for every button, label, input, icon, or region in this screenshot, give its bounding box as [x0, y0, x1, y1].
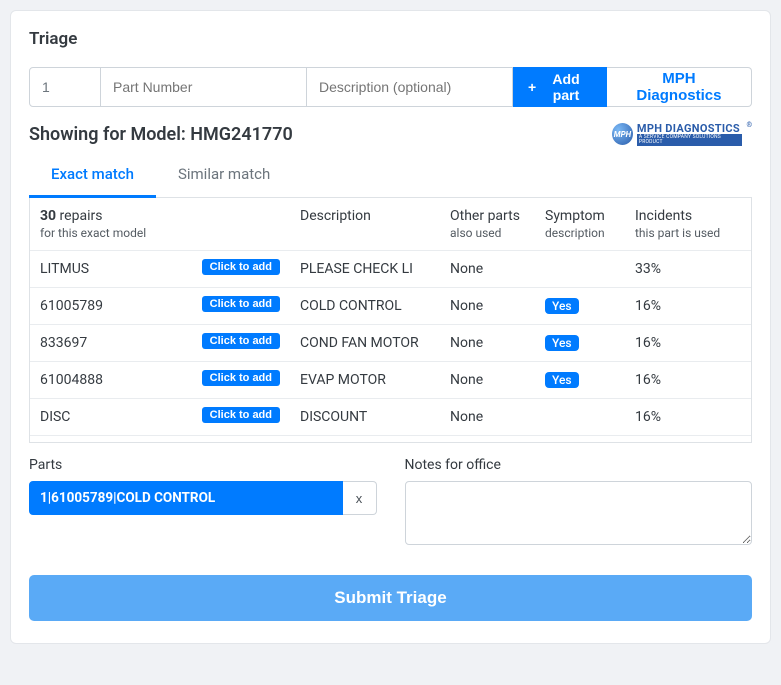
parts-column: Parts 1|61005789|COLD CONTROL x	[29, 457, 377, 549]
incidents-cell: 33%	[625, 251, 751, 288]
other-parts-cell: None	[440, 362, 535, 399]
notes-label: Notes for office	[405, 457, 753, 473]
incidents-cell: 16%	[625, 399, 751, 436]
plus-icon: +	[528, 79, 536, 95]
table-row: LITMUS Click to add PLEASE CHECK LINone 33%	[30, 251, 751, 288]
symptom-yes-pill[interactable]: Yes	[545, 298, 579, 314]
selected-part-chip[interactable]: 1|61005789|COLD CONTROL	[29, 481, 343, 515]
part-cell: DISC Click to add	[30, 399, 290, 436]
symptom-cell: Yes	[535, 288, 625, 325]
click-to-add-button[interactable]: Click to add	[202, 333, 280, 349]
click-to-add-button[interactable]: Click to add	[202, 296, 280, 312]
remove-part-button[interactable]: x	[343, 481, 377, 515]
description-cell: EVAP MOTOR	[290, 362, 440, 399]
description-cell: PLEASE CHECK LI	[290, 251, 440, 288]
col-symptom: Symptom description	[535, 198, 625, 251]
mph-logo: MPH MPH DIAGNOSTICS A SERVICE COMPANY SO…	[612, 121, 752, 147]
part-number: DISC	[40, 409, 70, 425]
qty-input[interactable]	[29, 67, 101, 107]
part-cell: 61004888 Click to add	[30, 362, 290, 399]
click-to-add-button[interactable]: Click to add	[202, 370, 280, 386]
col-other-parts: Other parts also used	[440, 198, 535, 251]
other-parts-cell: None	[440, 251, 535, 288]
other-parts-cell: None	[440, 325, 535, 362]
part-number: 61005789	[40, 298, 103, 314]
mph-diagnostics-button[interactable]: MPH Diagnostics	[607, 67, 752, 107]
table-row: 833697 Click to add COND FAN MOTORNone Yes 1…	[30, 325, 751, 362]
symptom-yes-pill[interactable]: Yes	[545, 372, 579, 388]
part-cell: LITMUS Click to add	[30, 251, 290, 288]
col-description: Description	[290, 198, 440, 251]
mph-logo-sub: A SERVICE COMPANY SOLUTIONS PRODUCT	[637, 134, 743, 146]
description-input[interactable]	[306, 67, 513, 107]
part-number-input[interactable]	[101, 67, 306, 107]
description-cell: COLD CONTROL	[290, 288, 440, 325]
tab-similar-match[interactable]: Similar match	[156, 155, 292, 197]
symptom-cell: Yes	[535, 325, 625, 362]
other-parts-cell: None	[440, 399, 535, 436]
table-header-row: 30 repairs for this exact model Descript…	[30, 198, 751, 251]
notes-column: Notes for office	[405, 457, 753, 549]
other-parts-cell: None	[440, 288, 535, 325]
symptom-cell: Yes	[535, 362, 625, 399]
click-to-add-button[interactable]: Click to add	[202, 259, 280, 275]
incidents-cell: 16%	[625, 362, 751, 399]
incidents-cell: 16%	[625, 288, 751, 325]
part-number: 61004888	[40, 372, 103, 388]
mph-logo-ball-icon: MPH	[612, 123, 633, 145]
table-row: 61004888 Click to add EVAP MOTORNone Yes 16%	[30, 362, 751, 399]
add-part-button[interactable]: + Add part	[513, 67, 607, 107]
click-to-add-button[interactable]: Click to add	[202, 407, 280, 423]
tabs: Exact match Similar match	[29, 155, 752, 198]
symptom-cell	[535, 251, 625, 288]
col-repairs: 30 repairs for this exact model	[30, 198, 290, 251]
model-row: Showing for Model: HMG241770 MPH MPH DIA…	[29, 121, 752, 147]
add-part-label: Add part	[540, 71, 592, 103]
repairs-table-wrap[interactable]: 30 repairs for this exact model Descript…	[29, 198, 752, 443]
page-title: Triage	[29, 29, 752, 49]
part-cell: 833697 Click to add	[30, 325, 290, 362]
repairs-table: 30 repairs for this exact model Descript…	[30, 198, 751, 436]
parts-label: Parts	[29, 457, 377, 473]
parts-chip-row: 1|61005789|COLD CONTROL x	[29, 481, 377, 515]
description-cell: COND FAN MOTOR	[290, 325, 440, 362]
mph-logo-text: MPH DIAGNOSTICS	[637, 123, 743, 134]
triage-card: Triage + Add part MPH Diagnostics Showin…	[10, 10, 771, 644]
lower-section: Parts 1|61005789|COLD CONTROL x Notes fo…	[29, 457, 752, 549]
incidents-cell: 16%	[625, 325, 751, 362]
table-row: DISC Click to add DISCOUNTNone 16%	[30, 399, 751, 436]
add-part-row: + Add part MPH Diagnostics	[29, 67, 752, 107]
notes-textarea[interactable]	[405, 481, 753, 545]
symptom-yes-pill[interactable]: Yes	[545, 335, 579, 351]
description-cell: DISCOUNT	[290, 399, 440, 436]
part-cell: 61005789 Click to add	[30, 288, 290, 325]
tab-exact-match[interactable]: Exact match	[29, 155, 156, 198]
submit-triage-button[interactable]: Submit Triage	[29, 575, 752, 621]
symptom-cell	[535, 399, 625, 436]
col-incidents: Incidents this part is used	[625, 198, 751, 251]
table-row: 61005789 Click to add COLD CONTROLNone Yes 1…	[30, 288, 751, 325]
model-heading: Showing for Model: HMG241770	[29, 124, 293, 145]
part-number: LITMUS	[40, 261, 89, 277]
part-number: 833697	[40, 335, 87, 351]
registered-icon: ®	[746, 121, 752, 129]
